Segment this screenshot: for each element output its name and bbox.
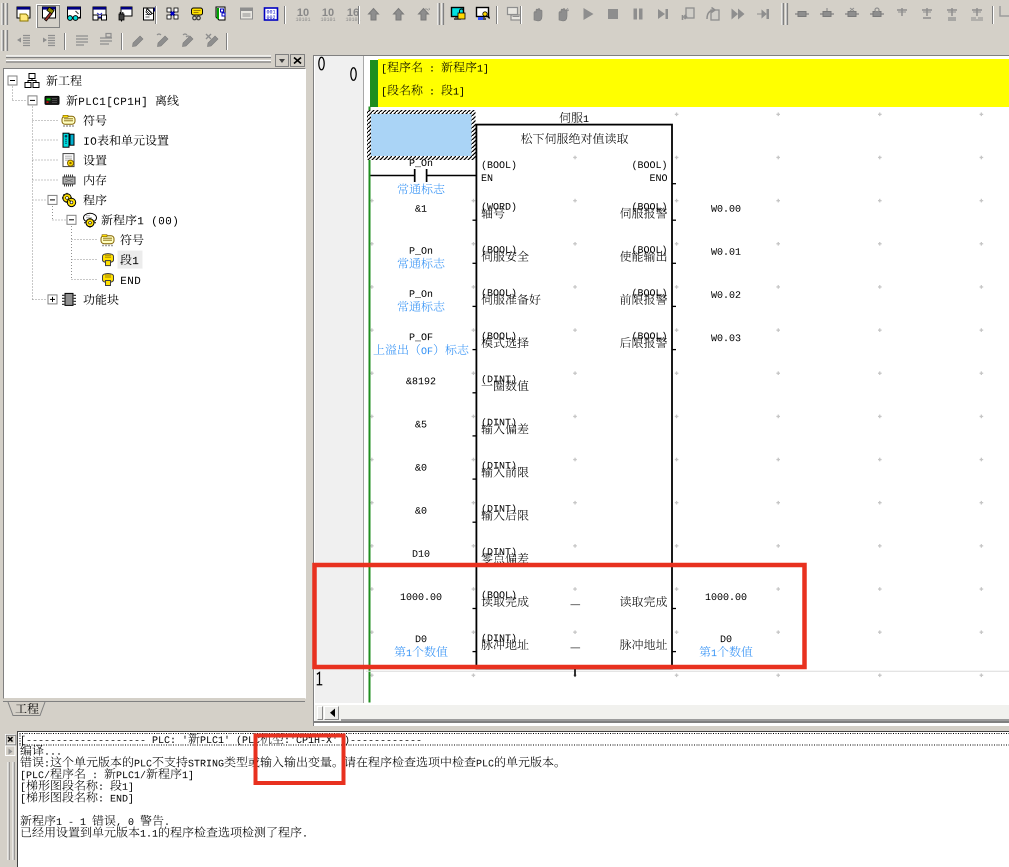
svg-text:10101: 10101 (295, 17, 310, 23)
svg-text:002: 002 (266, 15, 275, 21)
svg-text:10101: 10101 (320, 17, 335, 23)
